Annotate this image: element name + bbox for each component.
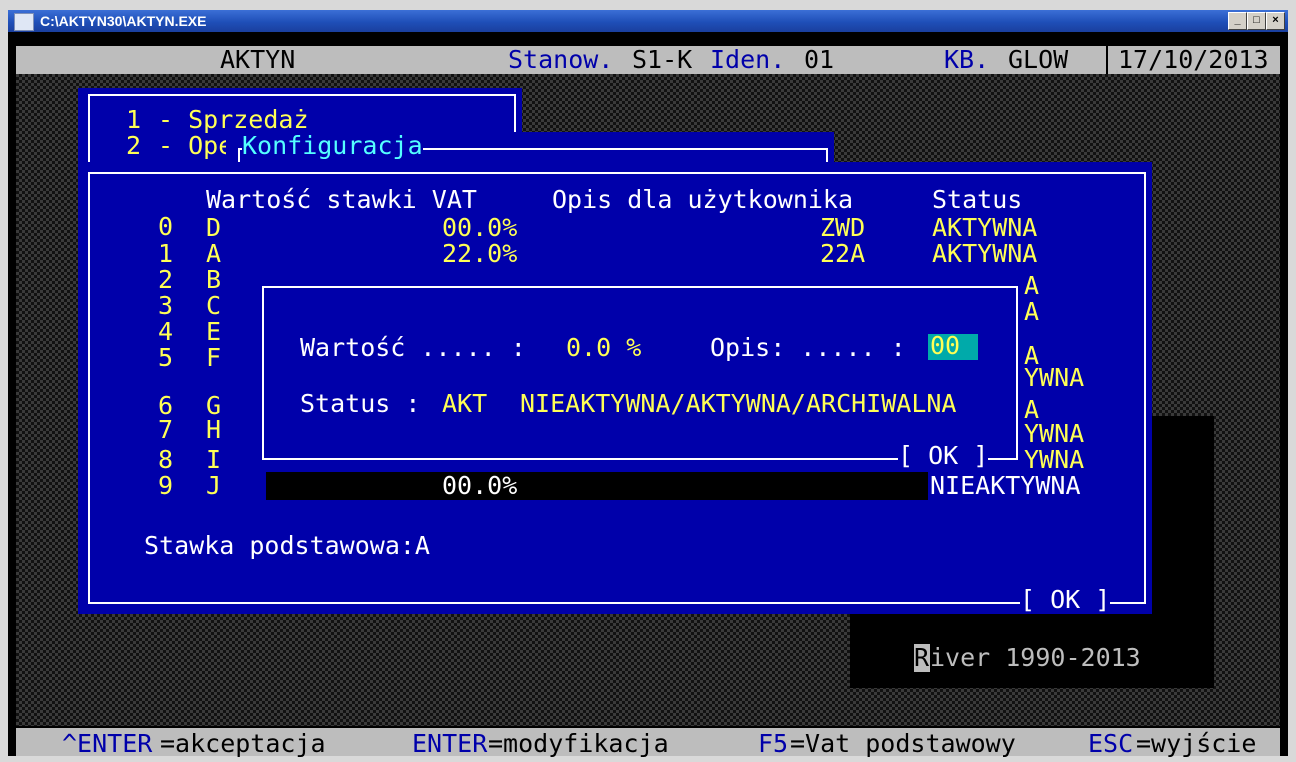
maximize-button[interactable]: □: [1247, 12, 1266, 30]
row-number: 1: [158, 239, 174, 268]
help-key-ctrl-enter: ^ENTER: [62, 729, 153, 758]
river-text: iver 1990-2013: [930, 643, 1141, 672]
dialog-value-label: Wartość ..... :: [300, 333, 526, 362]
help-key-enter: ENTER: [412, 729, 488, 758]
row-number: 8: [158, 445, 174, 474]
dialog-ok-button[interactable]: [ OK ]: [898, 442, 989, 470]
status-bar-separator: [1106, 46, 1108, 74]
stanow-value: S1-K: [632, 45, 693, 74]
row-letter: J: [206, 471, 222, 500]
header-status: Status: [932, 185, 1023, 214]
kb-value: GLOW: [1008, 45, 1069, 74]
help-key-esc: ESC: [1088, 729, 1134, 758]
base-rate: Stawka podstawowa:A: [144, 531, 430, 560]
row-number: 5: [158, 343, 174, 372]
row-status: YWNA: [1024, 419, 1085, 448]
config-ok-button[interactable]: [ OK ]: [1020, 586, 1111, 614]
iden-label: Iden.: [710, 45, 786, 74]
row-status: AKTYWNA: [932, 213, 1038, 242]
app-icon: [14, 13, 34, 31]
row-letter: C: [206, 291, 222, 320]
iden-value: 01: [804, 45, 835, 74]
row-value: 00.0%: [442, 213, 518, 242]
edit-dialog-frame: [262, 286, 1018, 460]
minimize-button[interactable]: _: [1228, 12, 1247, 30]
date: 17/10/2013: [1118, 45, 1269, 74]
row-status: AKTYWNA: [932, 239, 1038, 268]
config-header-corner: [238, 148, 240, 162]
status-bar-separator: [14, 46, 16, 74]
menu-item-2-number: 2: [126, 131, 142, 160]
row-desc: 22A: [820, 239, 866, 268]
row-letter: F: [206, 343, 222, 372]
stanow-label: Stanow.: [508, 45, 614, 74]
kb-label: KB.: [944, 45, 990, 74]
config-header-corner: [826, 148, 828, 162]
close-button[interactable]: ×: [1266, 12, 1285, 30]
menu-item-1-number: 1: [126, 105, 142, 134]
row-status: YWNA: [1024, 445, 1085, 474]
row-letter: H: [206, 415, 222, 444]
dialog-value-field[interactable]: 0.0 %: [566, 334, 641, 362]
row-value: 00.0%: [442, 471, 518, 500]
row-status: A: [1024, 297, 1040, 326]
row-number: 3: [158, 291, 174, 320]
row-desc: ZWD: [820, 213, 866, 242]
dialog-status-field[interactable]: AKT: [442, 390, 487, 418]
row-letter: A: [206, 239, 222, 268]
dialog-desc-input[interactable]: 00: [930, 332, 960, 360]
app-name: AKTYN: [220, 45, 296, 74]
dialog-desc-label: Opis: ..... :: [710, 333, 906, 362]
row-letter: I: [206, 445, 222, 474]
selected-row-bar[interactable]: [266, 472, 928, 500]
row-letter: B: [206, 265, 222, 294]
header-value: Wartość stawki VAT: [206, 185, 477, 214]
help-text-wyjscie: =wyjście: [1136, 729, 1257, 758]
window-title: C:\AKTYN30\AKTYN.EXE: [40, 13, 207, 29]
help-text-vat-podstawowy: =Vat podstawowy: [790, 729, 1016, 758]
dialog-status-options: NIEAKTYWNA/AKTYWNA/ARCHIWALNA: [520, 389, 957, 418]
row-value: 22.0%: [442, 239, 518, 268]
row-number: 9: [158, 471, 174, 500]
help-text-akceptacja: =akceptacja: [160, 729, 326, 758]
row-number: 2: [158, 265, 174, 294]
row-status: NIEAKTYWNA: [930, 471, 1081, 500]
row-number: 4: [158, 317, 174, 346]
menu-item-sprzedaz[interactable]: - Sprzedaż: [158, 106, 309, 134]
row-letter: E: [206, 317, 222, 346]
dialog-status-label: Status :: [300, 389, 421, 418]
row-number: 7: [158, 415, 174, 444]
menu-item-operacje[interactable]: - Ope: [158, 132, 233, 160]
config-title: Konfiguracja: [242, 131, 423, 160]
row-number: 0: [158, 212, 174, 241]
header-desc: Opis dla użytkownika: [552, 185, 854, 214]
row-status: A: [1024, 271, 1040, 300]
river-first-letter: R: [914, 643, 930, 672]
help-key-f5: F5: [758, 729, 789, 758]
help-text-modyfikacja: =modyfikacja: [488, 729, 669, 758]
row-letter: D: [206, 213, 222, 242]
help-bar-separator: [14, 728, 16, 756]
row-status: YWNA: [1024, 363, 1085, 392]
